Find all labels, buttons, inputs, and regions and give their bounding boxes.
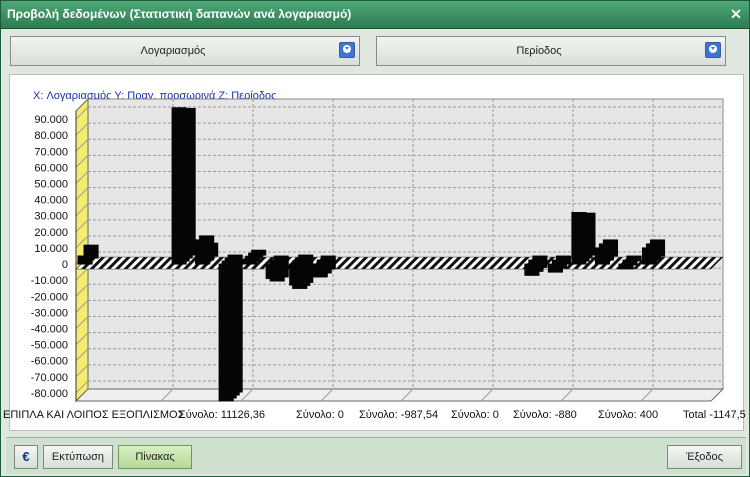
chevron-down-icon[interactable] <box>339 42 355 58</box>
period-selector[interactable]: Περίοδος <box>376 36 726 66</box>
title-bar: Προβολή δεδομένων (Στατιστική δαπανών αν… <box>1 1 749 29</box>
account-selector-label: Λογαριασμός <box>140 45 206 57</box>
table-button[interactable]: Πίνακας <box>118 445 192 469</box>
chart-axes-legend: X: Λογαριασμός Y: Πραγ. προσωρινά Z: Περ… <box>33 90 277 102</box>
bottom-toolbar: € Εκτύπωση Πίνακας Έξοδος <box>6 437 746 474</box>
app-window: Προβολή δεδομένων (Στατιστική δαπανών αν… <box>0 0 750 477</box>
chevron-down-icon[interactable] <box>705 42 721 58</box>
exit-button[interactable]: Έξοδος <box>667 445 742 469</box>
print-button[interactable]: Εκτύπωση <box>43 445 113 469</box>
close-icon[interactable]: ✕ <box>729 7 743 21</box>
account-selector[interactable]: Λογαριασμός <box>10 36 360 66</box>
period-selector-label: Περίοδος <box>516 45 562 57</box>
euro-icon: € <box>22 449 30 464</box>
chart-panel <box>9 74 744 431</box>
window-title: Προβολή δεδομένων (Στατιστική δαπανών αν… <box>7 7 352 21</box>
currency-button[interactable]: € <box>14 445 38 469</box>
